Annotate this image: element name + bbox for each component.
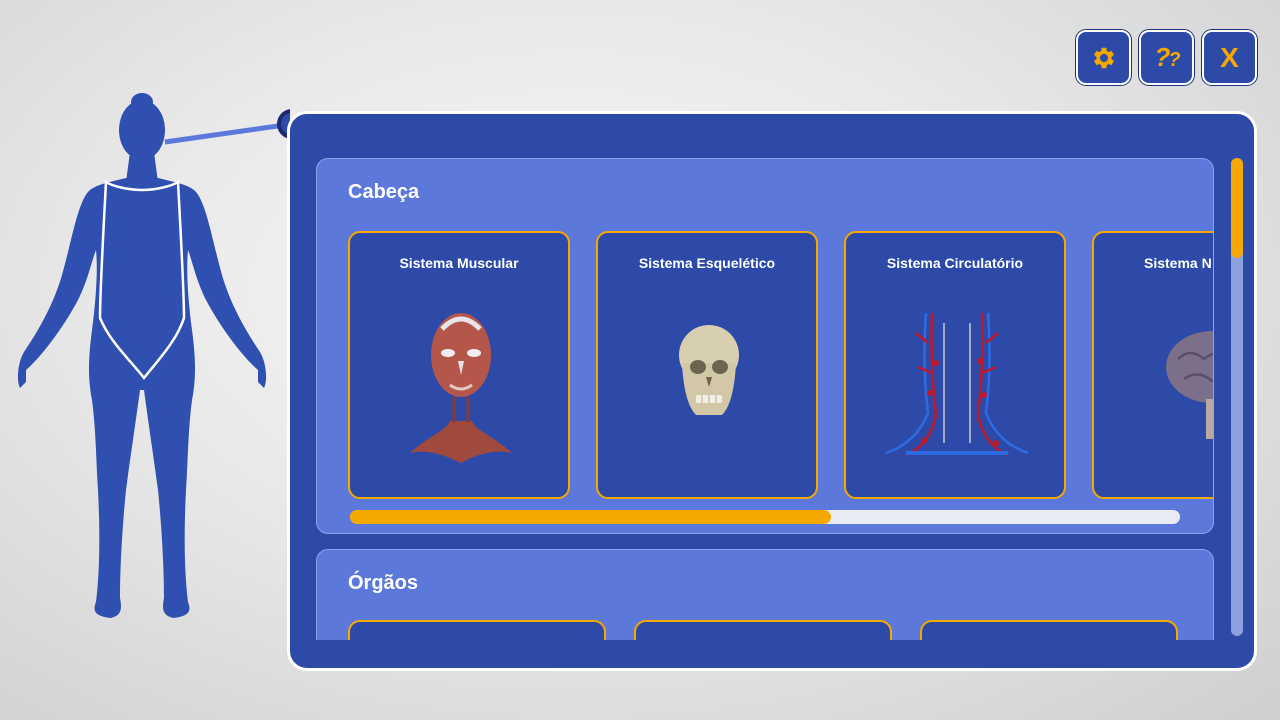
horizontal-scrollbar-thumb[interactable] <box>350 510 832 524</box>
card-label: Sistema Muscular <box>399 255 519 271</box>
content-panel: Cabeça Sistema Muscular Sistema Esquelét… <box>287 111 1257 671</box>
close-label: X <box>1220 41 1239 73</box>
brain-image <box>1166 331 1213 439</box>
card-sistema-esqueletico[interactable]: Sistema Esquelético <box>596 231 818 499</box>
section-cabeca: Cabeça Sistema Muscular Sistema Esquelét… <box>316 158 1214 534</box>
vertical-scrollbar[interactable] <box>1231 158 1243 636</box>
card-sistema-circulatorio[interactable]: Sistema Circulatório <box>844 231 1066 499</box>
body-silhouette[interactable] <box>0 90 290 630</box>
section-title: Órgãos <box>348 572 419 594</box>
card-sistema-muscular[interactable]: Sistema Muscular <box>348 231 570 499</box>
card-organ-3[interactable] <box>920 620 1178 640</box>
card-label: Sistema Esquelético <box>638 255 776 271</box>
help-label: ?? <box>1154 42 1180 72</box>
gear-icon <box>1093 47 1114 68</box>
card-label: Sistema Circulatório <box>886 255 1024 271</box>
card-sistema-nervoso[interactable]: Sistema N <box>1092 231 1213 499</box>
vertical-scrollbar-thumb[interactable] <box>1231 158 1243 258</box>
horizontal-scrollbar[interactable] <box>350 510 1180 524</box>
skull-image <box>679 325 739 415</box>
help-button[interactable]: ?? <box>1139 30 1194 85</box>
close-button[interactable]: X <box>1202 30 1257 85</box>
panel-scroll-area[interactable]: Cabeça Sistema Muscular Sistema Esquelét… <box>316 158 1214 640</box>
section-orgaos: Órgãos <box>316 549 1214 640</box>
head-connector-line <box>164 121 290 145</box>
circulatory-image <box>885 312 1029 457</box>
section-title: Cabeça <box>348 181 420 203</box>
card-organ-1[interactable] <box>348 620 606 640</box>
card-organ-2[interactable] <box>634 620 892 640</box>
settings-button[interactable] <box>1076 30 1131 85</box>
card-label: Sistema N <box>1144 255 1212 271</box>
muscle-head-image <box>410 313 512 463</box>
